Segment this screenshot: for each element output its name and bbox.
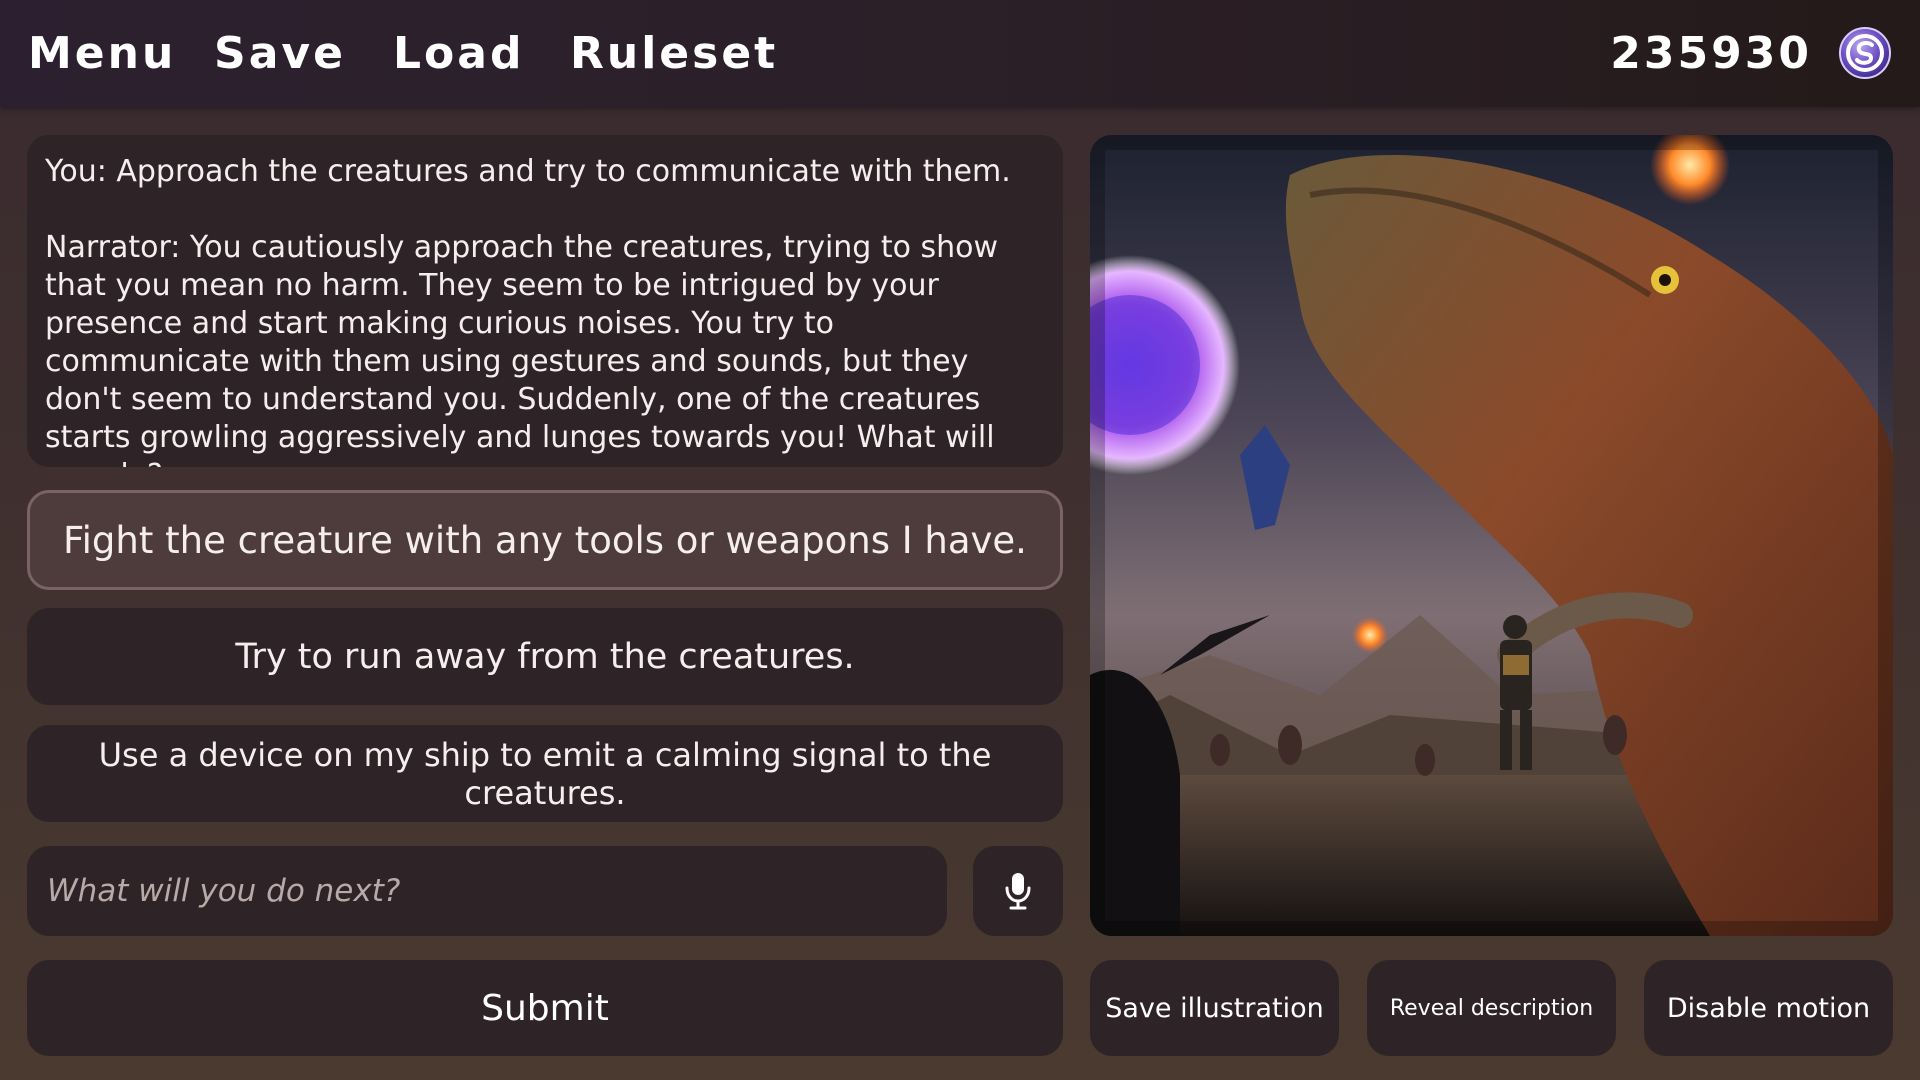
menu-button[interactable]: Menu	[28, 24, 176, 84]
choice-option-run-away[interactable]: Try to run away from the creatures.	[27, 608, 1063, 705]
microphone-icon	[1005, 873, 1031, 910]
currency-s-coin-icon[interactable]	[1838, 26, 1892, 80]
ruleset-button[interactable]: Ruleset	[570, 24, 778, 84]
scene-illustration	[1090, 135, 1893, 936]
action-input[interactable]	[45, 872, 947, 910]
save-illustration-button[interactable]: Save illustration	[1090, 960, 1339, 1056]
credits-balance: 235930	[1610, 28, 1812, 79]
action-input-container	[27, 846, 947, 936]
reveal-description-button[interactable]: Reveal description	[1367, 960, 1616, 1056]
choice-option-fight[interactable]: Fight the creature with any tools or wea…	[27, 490, 1063, 590]
load-button[interactable]: Load	[393, 24, 524, 84]
story-log: You: Approach the creatures and try to c…	[27, 135, 1063, 467]
disable-motion-button[interactable]: Disable motion	[1644, 960, 1893, 1056]
submit-button[interactable]: Submit	[27, 960, 1063, 1056]
save-button[interactable]: Save	[214, 24, 346, 84]
choice-option-calming-signal[interactable]: Use a device on my ship to emit a calmin…	[27, 725, 1063, 822]
microphone-button[interactable]	[973, 846, 1063, 936]
top-bar: Menu Save Load Ruleset 235930	[0, 0, 1920, 107]
